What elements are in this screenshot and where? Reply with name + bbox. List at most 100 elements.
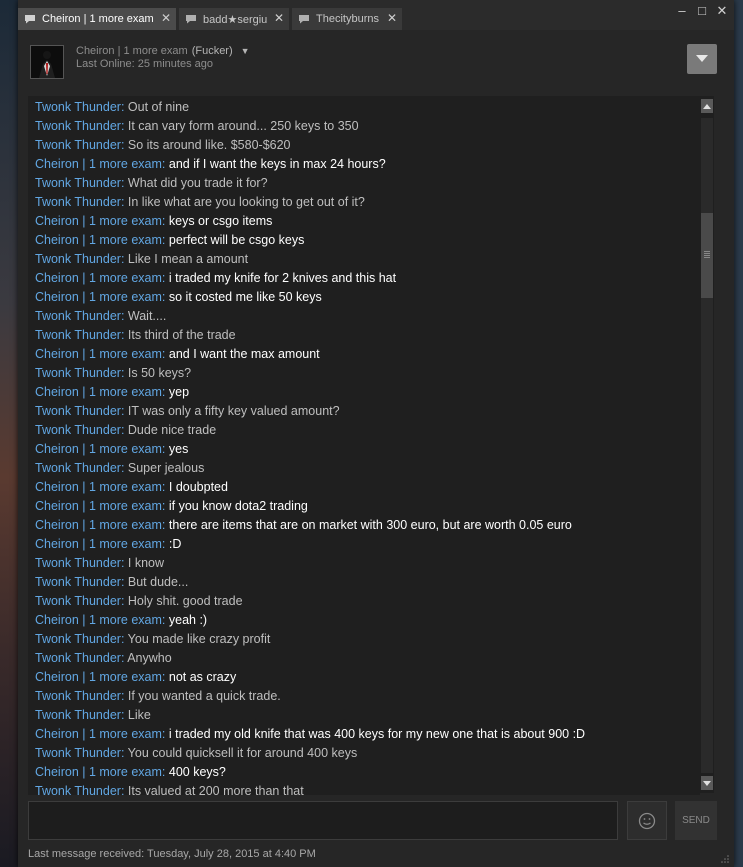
scroll-down-icon[interactable] <box>701 776 713 790</box>
sender-separator: : <box>161 727 169 741</box>
message-text: i traded my old knife that was 400 keys … <box>168 727 586 741</box>
message-sender: Twonk Thunder <box>35 195 121 209</box>
message-sender: Cheiron | 1 more exam <box>35 613 162 627</box>
message-text: yes <box>168 442 189 456</box>
message-text: so it costed me like 50 keys <box>168 290 322 304</box>
minimize-icon[interactable]: – <box>676 3 688 19</box>
chat-message: Cheiron | 1 more exam: I doubpted <box>28 478 700 497</box>
message-text: You could quicksell it for around 400 ke… <box>127 746 358 760</box>
chat-options-button[interactable] <box>687 44 717 74</box>
sender-separator: : <box>161 480 169 494</box>
sender-separator: : <box>120 119 128 133</box>
sender-separator: : <box>120 195 128 209</box>
chat-bubble-icon <box>185 14 197 24</box>
message-sender: Cheiron | 1 more exam <box>35 480 162 494</box>
chat-message: Cheiron | 1 more exam: if you know dota2… <box>28 497 700 516</box>
message-text: and I want the max amount <box>168 347 320 361</box>
message-text: :D <box>168 537 182 551</box>
message-sender: Cheiron | 1 more exam <box>35 518 162 532</box>
chat-message: Cheiron | 1 more exam: i traded my knife… <box>28 269 700 288</box>
message-sender: Cheiron | 1 more exam <box>35 499 162 513</box>
message-text: Anywho <box>127 651 172 665</box>
message-sender: Twonk Thunder <box>35 689 121 703</box>
chat-message: Twonk Thunder: Dude nice trade <box>28 421 700 440</box>
chat-message: Twonk Thunder: Its valued at 200 more th… <box>28 782 700 795</box>
emoticon-icon <box>638 812 656 829</box>
message-sender: Twonk Thunder <box>35 328 121 342</box>
message-text: IT was only a fifty key valued amount? <box>127 404 340 418</box>
friend-name: Cheiron | 1 more exam <box>76 45 188 57</box>
message-sender: Cheiron | 1 more exam <box>35 385 162 399</box>
sender-separator: : <box>120 423 128 437</box>
chat-message: Cheiron | 1 more exam: i traded my old k… <box>28 725 700 744</box>
message-text: yep <box>168 385 190 399</box>
message-text: It can vary form around... 250 keys to 3… <box>127 119 359 133</box>
message-sender: Cheiron | 1 more exam <box>35 442 162 456</box>
sender-separator: : <box>120 252 128 266</box>
close-icon[interactable]: ✕ <box>274 11 284 25</box>
tab-thecityburns[interactable]: Thecityburns ✕ <box>292 8 402 30</box>
message-sender: Cheiron | 1 more exam <box>35 157 162 171</box>
tab-baddsergiu[interactable]: badd★sergiu ✕ <box>179 8 289 30</box>
title-bar: Cheiron | 1 more exam ✕ badd★sergiu ✕ Th… <box>18 0 734 30</box>
message-text: if you know dota2 trading <box>168 499 308 513</box>
avatar[interactable] <box>30 45 64 79</box>
sender-separator: : <box>120 138 128 152</box>
chat-header: Cheiron | 1 more exam (Fucker) ▼ Last On… <box>18 30 734 90</box>
message-text: Holy shit. good trade <box>127 594 243 608</box>
sender-separator: : <box>120 309 128 323</box>
message-text: not as crazy <box>168 670 237 684</box>
chat-message: Cheiron | 1 more exam: and I want the ma… <box>28 345 700 364</box>
chat-message: Cheiron | 1 more exam: not as crazy <box>28 668 700 687</box>
chat-message: Twonk Thunder: But dude... <box>28 573 700 592</box>
message-sender: Twonk Thunder <box>35 556 121 570</box>
chat-message: Twonk Thunder: I know <box>28 554 700 573</box>
resize-grip-icon[interactable] <box>720 854 730 864</box>
message-sender: Cheiron | 1 more exam <box>35 765 162 779</box>
message-sender: Twonk Thunder <box>35 746 121 760</box>
chat-message: Twonk Thunder: If you wanted a quick tra… <box>28 687 700 706</box>
scroll-thumb[interactable] <box>701 213 713 298</box>
message-input[interactable] <box>28 801 618 840</box>
sender-separator: : <box>161 499 169 513</box>
sender-separator: : <box>120 746 128 760</box>
message-text: Dude nice trade <box>127 423 217 437</box>
dropdown-arrow-icon <box>696 55 708 62</box>
emoticon-button[interactable] <box>627 801 667 840</box>
message-sender: Twonk Thunder <box>35 404 121 418</box>
close-icon[interactable]: ✕ <box>716 3 728 19</box>
message-text: i traded my knife for 2 knives and this … <box>168 271 397 285</box>
sender-separator: : <box>161 537 169 551</box>
sender-separator: : <box>161 157 169 171</box>
scroll-track[interactable] <box>701 118 713 773</box>
caret-down-icon[interactable]: ▼ <box>241 46 250 56</box>
message-text: keys or csgo items <box>168 214 273 228</box>
close-icon[interactable]: ✕ <box>387 11 397 25</box>
message-text: Is 50 keys? <box>127 366 192 380</box>
chat-message: Twonk Thunder: IT was only a fifty key v… <box>28 402 700 421</box>
close-icon[interactable]: ✕ <box>161 11 171 25</box>
sender-separator: : <box>161 765 169 779</box>
grip-icon <box>704 251 710 259</box>
message-text: Like <box>127 708 151 722</box>
maximize-icon[interactable]: □ <box>696 3 708 19</box>
message-text: If you wanted a quick trade. <box>127 689 281 703</box>
sender-separator: : <box>120 461 128 475</box>
sender-separator: : <box>120 575 128 589</box>
chat-bubble-icon <box>298 14 310 24</box>
sender-separator: : <box>120 404 128 418</box>
friend-name-row[interactable]: Cheiron | 1 more exam (Fucker) ▼ <box>76 45 250 57</box>
chat-log[interactable]: Twonk Thunder: Out of nine Twonk Thunder:… <box>28 96 700 795</box>
send-button[interactable]: SEND <box>675 801 717 840</box>
sender-separator: : <box>161 347 169 361</box>
tab-label: Cheiron | 1 more exam <box>42 13 154 25</box>
message-text: I doubpted <box>168 480 228 494</box>
message-sender: Twonk Thunder <box>35 594 121 608</box>
chat-message: Cheiron | 1 more exam: perfect will be c… <box>28 231 700 250</box>
message-text: What did you trade it for? <box>127 176 268 190</box>
tab-cheiron[interactable]: Cheiron | 1 more exam ✕ <box>18 8 176 30</box>
last-message-status: Last message received: Tuesday, July 28,… <box>28 848 316 860</box>
scroll-up-icon[interactable] <box>701 99 713 113</box>
message-text: yeah :) <box>168 613 208 627</box>
chat-scrollbar[interactable] <box>700 96 714 793</box>
